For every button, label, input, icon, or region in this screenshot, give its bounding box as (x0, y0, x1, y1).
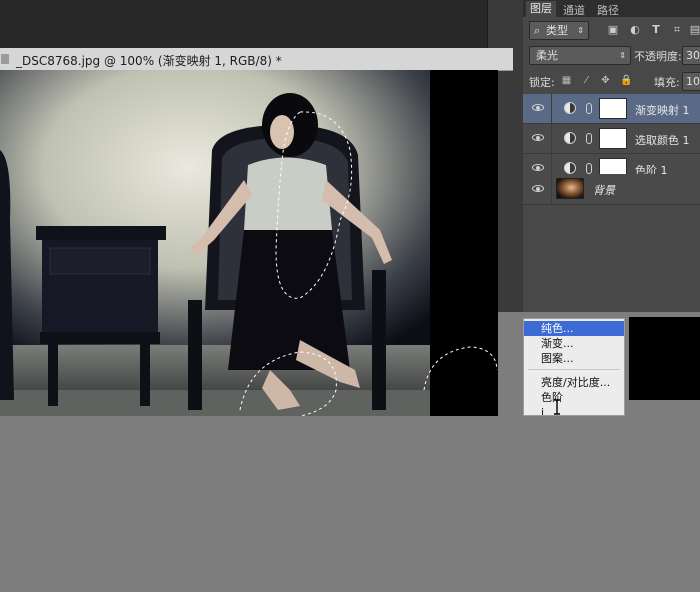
lock-label: 锁定: (529, 76, 555, 89)
layer-name[interactable]: 渐变映射 1 (635, 102, 690, 118)
preview-area (629, 317, 700, 400)
document-tab[interactable]: _DSC8768.jpg @ 100% (渐变映射 1, RGB/8) * (0, 48, 513, 71)
fill-input[interactable]: 10 (682, 72, 700, 91)
tab-paths[interactable]: 路径 (597, 2, 619, 18)
eye-icon[interactable] (532, 163, 544, 173)
layer-name[interactable]: 背景 (593, 182, 615, 198)
blend-mode-select[interactable]: 柔光 ⇕ (529, 46, 631, 65)
lock-brush-icon[interactable]: ⁄ (581, 75, 592, 86)
layer-row-background[interactable]: 背景 (523, 174, 700, 205)
blend-mode-value: 柔光 (536, 49, 558, 62)
menu-item-levels[interactable]: 色阶 (524, 390, 624, 405)
fill-value: 10 (686, 75, 700, 88)
layer-row-selective-color[interactable]: 选取颜色 1 (523, 124, 700, 154)
opacity-input[interactable]: 30 (682, 46, 700, 65)
eye-icon[interactable] (532, 184, 544, 194)
menu-separator (528, 369, 620, 370)
layers-panel: 图层 通道 路径 ⌕ 类型 ⇕ ▣ ◐ T ⌗ ▤ 柔光 ⇕ 不透明度: 30 … (523, 0, 700, 312)
adjustment-layer-icon (564, 132, 576, 144)
menu-item-partial[interactable]: i (524, 405, 624, 415)
document-title: _DSC8768.jpg @ 100% (渐变映射 1, RGB/8) * (16, 54, 282, 68)
text-cursor-icon (554, 399, 560, 415)
smart-object-filter-icon[interactable]: ▤ (689, 24, 700, 36)
opacity-label: 不透明度: (634, 50, 682, 63)
adjustment-layer-icon (564, 162, 576, 174)
background-thumbnail[interactable] (556, 178, 584, 199)
menu-item-gradient[interactable]: 渐变... (524, 336, 624, 351)
canvas-photo (0, 70, 498, 416)
adjustment-filter-icon[interactable]: ◐ (629, 24, 641, 36)
shape-filter-icon[interactable]: ⌗ (671, 24, 683, 36)
adjustment-layer-icon (564, 102, 576, 114)
eye-icon[interactable] (532, 133, 544, 143)
opacity-value: 30 (686, 49, 700, 62)
search-icon: ⌕ (534, 24, 541, 37)
new-fill-adjustment-menu: 纯色... 渐变... 图案... 亮度/对比度... 色阶 i (523, 318, 625, 416)
link-icon[interactable] (586, 103, 592, 114)
tab-layers[interactable]: 图层 (526, 1, 556, 17)
panel-tab-bar: 图层 通道 路径 (523, 0, 700, 17)
menu-item-solid-color[interactable]: 纯色... (524, 321, 624, 336)
menu-item-brightness-contrast[interactable]: 亮度/对比度... (524, 375, 624, 390)
chevron-down-icon: ⇕ (619, 51, 626, 60)
image-canvas[interactable] (0, 70, 498, 416)
menu-item-pattern[interactable]: 图案... (524, 351, 624, 366)
divider (551, 124, 552, 153)
type-filter-icon[interactable]: T (650, 24, 662, 36)
link-icon[interactable] (586, 163, 592, 174)
image-filter-icon[interactable]: ▣ (607, 24, 619, 36)
lock-move-icon[interactable]: ✥ (600, 75, 611, 86)
divider (551, 174, 552, 204)
layer-mask-thumbnail[interactable] (599, 98, 627, 119)
layer-kind-filter[interactable]: ⌕ 类型 ⇕ (529, 21, 589, 40)
lock-all-icon[interactable]: 🔒 (620, 75, 632, 86)
layer-name[interactable]: 选取颜色 1 (635, 132, 690, 148)
layer-row-gradient-map[interactable]: 渐变映射 1 (523, 94, 700, 124)
fill-label: 填充: (654, 76, 680, 89)
divider (551, 94, 552, 123)
eye-icon[interactable] (532, 103, 544, 113)
kind-label: 类型 (546, 24, 568, 37)
document-icon (1, 54, 9, 64)
lock-transparency-icon[interactable]: ▦ (561, 75, 572, 86)
layer-mask-thumbnail[interactable] (599, 128, 627, 149)
chevron-down-icon: ⇕ (577, 26, 584, 35)
link-icon[interactable] (586, 133, 592, 144)
tab-channels[interactable]: 通道 (563, 2, 585, 18)
